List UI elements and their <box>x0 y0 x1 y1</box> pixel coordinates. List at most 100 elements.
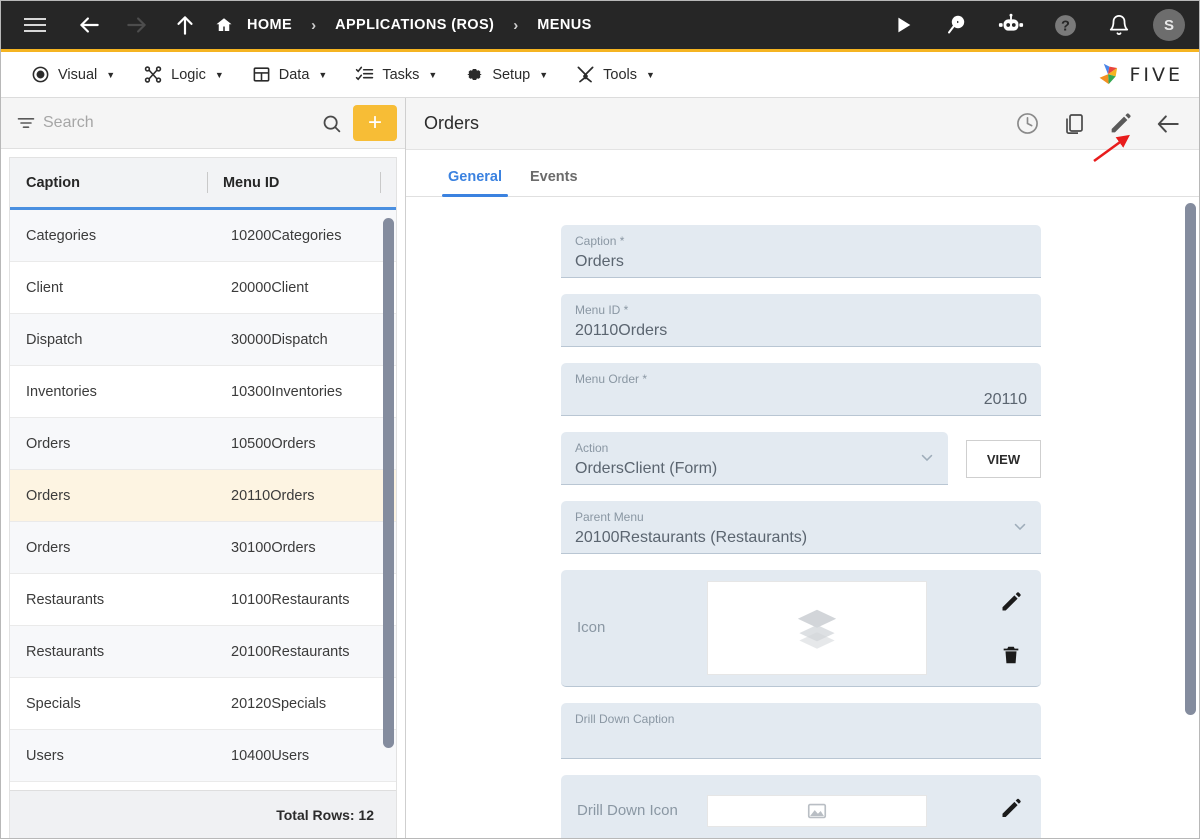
column-header-caption[interactable]: Caption <box>10 158 207 207</box>
menu-item-logic[interactable]: Logic ▼ <box>129 52 238 97</box>
application-window: HOME › APPLICATIONS (ROS) › MENUS ? S Vi… <box>0 0 1200 839</box>
forward-arrow-icon[interactable] <box>117 5 157 45</box>
breadcrumb-separator-2: › <box>513 16 519 34</box>
drill-down-icon-field-label: Drill Down Icon <box>577 801 678 819</box>
table-row[interactable]: Orders 30100Orders <box>10 522 396 574</box>
menu-id-field[interactable]: Menu ID * 20110Orders <box>561 294 1041 347</box>
menu-order-field[interactable]: Menu Order * 20110 <box>561 363 1041 416</box>
top-navigation-bar: HOME › APPLICATIONS (ROS) › MENUS ? S <box>1 1 1199 49</box>
gear-icon <box>465 65 484 84</box>
drill-down-icon-preview-box[interactable] <box>707 794 927 827</box>
cell-caption: Inventories <box>26 383 97 400</box>
table-icon <box>252 65 271 84</box>
icon-edit-pencil-icon[interactable] <box>999 590 1023 614</box>
drill-down-caption-field-value <box>575 729 1027 751</box>
menu-label-data: Data <box>278 66 310 83</box>
main-body: + Caption Menu ID Categories102 <box>1 98 1199 838</box>
chevron-down-icon[interactable] <box>1011 518 1029 541</box>
detail-scrollbar[interactable] <box>1185 197 1196 838</box>
caption-field-label: Caption * <box>575 234 625 248</box>
search-icon[interactable] <box>313 113 349 134</box>
table-row[interactable]: Users 10400Users <box>10 730 396 782</box>
chevron-down-icon: ▼ <box>646 69 655 80</box>
cell-caption: Orders <box>26 487 71 504</box>
list-scrollbar[interactable] <box>383 210 394 790</box>
table-row[interactable]: Specials 20120Specials <box>10 678 396 730</box>
search-input[interactable] <box>43 114 313 132</box>
chevron-down-icon: ▼ <box>214 69 224 80</box>
icon-delete-trash-icon[interactable] <box>1000 644 1022 666</box>
menu-item-data[interactable]: Data ▼ <box>238 52 342 97</box>
view-button[interactable]: VIEW <box>966 440 1041 478</box>
run-icon[interactable] <box>883 5 923 45</box>
cell-menu-id: 10300Inventories <box>231 383 343 400</box>
menu-item-tools[interactable]: Tools ▼ <box>562 52 669 97</box>
table-header-row: Caption Menu ID <box>10 158 396 210</box>
action-field-value: OrdersClient (Form) <box>575 460 718 478</box>
drill-down-icon-edit-pencil-icon[interactable] <box>999 796 1023 825</box>
menu-item-tasks[interactable]: Tasks ▼ <box>341 52 451 97</box>
menu-label-visual: Visual <box>58 66 98 83</box>
breadcrumb-label-home: HOME <box>247 17 293 33</box>
column-header-menu-id[interactable]: Menu ID <box>206 158 380 207</box>
breadcrumb-item-home[interactable]: HOME <box>215 16 300 34</box>
cell-menu-id: 10500Orders <box>231 435 316 452</box>
action-field[interactable]: Action OrdersClient (Form) <box>561 432 948 485</box>
table-row[interactable]: Restaurants 10100Restaurants <box>10 574 396 626</box>
filter-icon[interactable] <box>9 113 43 133</box>
table-row[interactable]: Client 20000Client <box>10 262 396 314</box>
menu-item-setup[interactable]: Setup ▼ <box>451 52 562 97</box>
column-header-caption-label: Caption <box>26 174 80 191</box>
breadcrumb-item-menus[interactable]: MENUS <box>529 17 599 33</box>
chevron-down-icon: ▼ <box>539 69 549 80</box>
history-clock-icon[interactable] <box>1015 111 1040 136</box>
menu-label-logic: Logic <box>171 66 206 83</box>
robot-icon[interactable] <box>991 5 1031 45</box>
avatar[interactable]: S <box>1153 9 1185 41</box>
home-icon <box>215 16 233 34</box>
copy-icon[interactable] <box>1062 112 1086 136</box>
detail-pane: Orders General Events Caption * Orders M… <box>406 98 1199 838</box>
notifications-bell-icon[interactable] <box>1099 5 1139 45</box>
tab-events[interactable]: Events <box>516 169 592 196</box>
drill-down-caption-field[interactable]: Drill Down Caption <box>561 703 1041 759</box>
caption-field[interactable]: Caption * Orders <box>561 225 1041 278</box>
tab-general[interactable]: General <box>434 169 516 197</box>
tools-icon <box>576 65 595 84</box>
table-row[interactable]: Categories 10200Categories <box>10 210 396 262</box>
records-list-pane: + Caption Menu ID Categories102 <box>1 98 406 838</box>
column-header-menu-id-label: Menu ID <box>222 174 280 191</box>
breadcrumb-item-applications[interactable]: APPLICATIONS (ROS) <box>327 17 502 33</box>
edit-pencil-icon[interactable] <box>1108 111 1133 136</box>
table-row[interactable]: Inventories 10300Inventories <box>10 366 396 418</box>
detail-scrollbar-thumb[interactable] <box>1185 203 1196 715</box>
hamburger-menu-icon[interactable] <box>15 5 55 45</box>
cell-caption: Orders <box>26 435 71 452</box>
back-arrow-icon[interactable] <box>69 5 109 45</box>
breadcrumb-separator: › <box>311 16 317 34</box>
menu-item-visual[interactable]: Visual ▼ <box>17 52 129 97</box>
help-icon[interactable]: ? <box>1045 5 1085 45</box>
total-rows-footer: Total Rows: 12 <box>10 790 396 838</box>
table-row[interactable]: Orders 20110Orders <box>10 470 396 522</box>
parent-menu-field[interactable]: Parent Menu 20100Restaurants (Restaurant… <box>561 501 1041 554</box>
table-row[interactable]: Orders 10500Orders <box>10 418 396 470</box>
up-arrow-icon[interactable] <box>165 5 205 45</box>
cell-caption: Restaurants <box>26 643 105 660</box>
list-scrollbar-thumb[interactable] <box>383 218 394 748</box>
search-play-icon[interactable] <box>937 5 977 45</box>
chevron-down-icon[interactable] <box>918 449 936 472</box>
detail-form: Caption * Orders Menu ID * 20110Orders M… <box>561 225 1041 838</box>
cell-caption: Restaurants <box>26 591 105 608</box>
table-row[interactable]: Dispatch 30000Dispatch <box>10 314 396 366</box>
table-body: Categories 10200Categories Client 20000Clie… <box>10 210 396 790</box>
detail-tabs: General Events <box>406 150 1199 197</box>
icon-preview-box[interactable] <box>707 581 927 675</box>
add-record-button[interactable]: + <box>353 105 397 141</box>
drill-down-caption-field-label: Drill Down Caption <box>575 712 675 726</box>
cell-menu-id: 20100Restaurants <box>231 643 350 660</box>
checklist-icon <box>355 65 374 84</box>
table-row[interactable]: Restaurants 20100Restaurants <box>10 626 396 678</box>
chevron-down-icon: ▼ <box>428 69 438 80</box>
close-detail-back-icon[interactable] <box>1155 111 1181 137</box>
